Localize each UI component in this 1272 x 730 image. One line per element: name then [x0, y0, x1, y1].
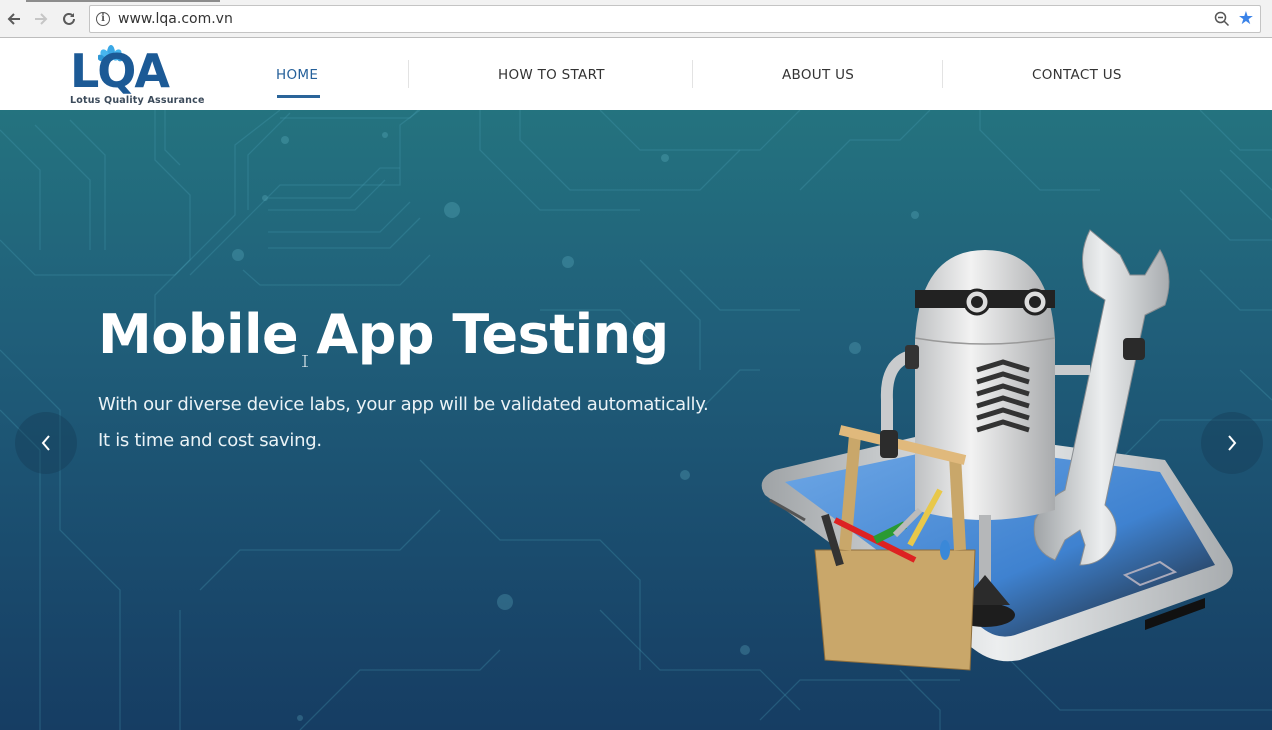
hero-subtitle-line-1: With our diverse device labs, your app w…	[98, 394, 709, 415]
nav-divider	[408, 60, 409, 88]
forward-button[interactable]	[30, 8, 52, 30]
logo[interactable]: LQA Lotus Quality Assurance	[70, 44, 204, 106]
carousel-prev-button[interactable]	[15, 412, 77, 474]
nav-about-us[interactable]: ABOUT US	[782, 67, 854, 83]
address-bar[interactable]: i www.lqa.com.vn ★	[89, 5, 1261, 33]
nav-divider	[692, 60, 693, 88]
logo-letters: LQA	[70, 44, 170, 98]
robot-phone-illustration	[761, 229, 1233, 671]
url-text[interactable]: www.lqa.com.vn	[118, 11, 233, 27]
text-cursor-icon	[302, 355, 308, 367]
reload-icon	[63, 12, 75, 25]
reload-button[interactable]	[58, 8, 80, 30]
chevron-left-icon	[41, 435, 50, 451]
nav-contact-us[interactable]: CONTACT US	[1032, 67, 1122, 83]
active-indicator	[277, 95, 320, 98]
logo-tagline: Lotus Quality Assurance	[70, 95, 205, 106]
star-icon[interactable]: ★	[1238, 8, 1254, 29]
hero-subtitle-line-2: It is time and cost saving.	[98, 430, 322, 451]
arrow-right-icon	[35, 13, 48, 25]
tab-strip-edge	[26, 0, 220, 2]
hero-title: Mobile App Testing	[98, 303, 669, 366]
nav-how-to-start[interactable]: HOW TO START	[498, 67, 605, 83]
info-icon[interactable]: i	[96, 12, 110, 26]
nav-home[interactable]: HOME	[276, 67, 318, 83]
back-button[interactable]	[3, 8, 25, 30]
site-header: LQA Lotus Quality Assurance HOME HOW TO …	[0, 38, 1272, 110]
nav-divider	[942, 60, 943, 88]
zoom-out-icon[interactable]	[1214, 11, 1230, 27]
arrow-left-icon	[7, 13, 20, 25]
hero-slider: Mobile App Testing With our diverse devi…	[0, 110, 1272, 730]
browser-toolbar: i www.lqa.com.vn ★	[0, 0, 1272, 38]
